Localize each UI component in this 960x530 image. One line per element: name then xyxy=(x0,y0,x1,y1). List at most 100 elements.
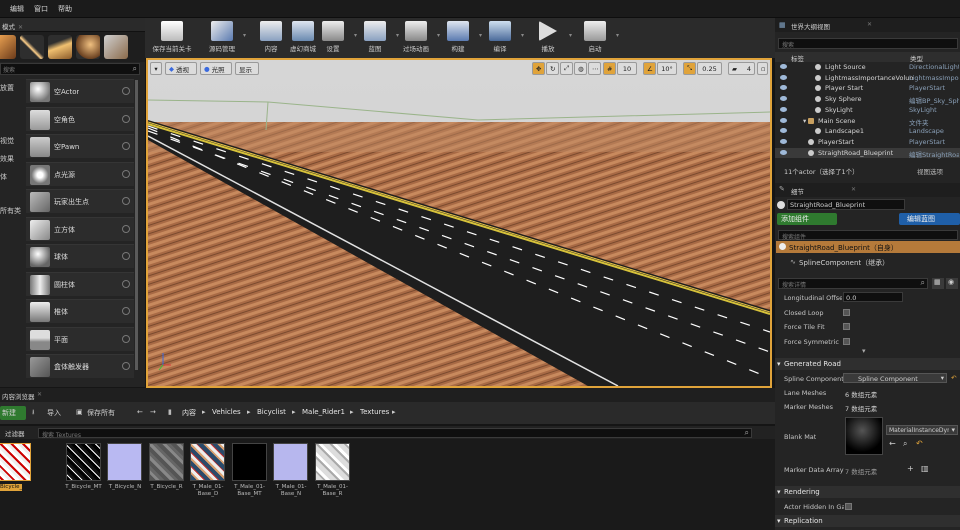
help-icon[interactable] xyxy=(122,252,130,260)
maximize-viewport-button[interactable]: ▫ xyxy=(757,62,768,75)
place-item-cube[interactable]: 立方体 xyxy=(26,216,134,241)
view-options-button[interactable]: 视图选项 xyxy=(917,166,943,176)
longitudinal-offset-field[interactable]: 0.0 xyxy=(843,292,903,302)
translate-tool[interactable]: ✥ xyxy=(532,62,545,75)
grid-snap-toggle[interactable]: # xyxy=(603,62,616,75)
add-new-button[interactable]: 新建 xyxy=(0,406,26,420)
reset-arrow-icon[interactable]: ↶ xyxy=(916,439,923,448)
modes-tab[interactable]: 模式 ✕ xyxy=(0,18,145,32)
asset-thumbnail[interactable] xyxy=(148,443,184,481)
place-item-plane[interactable]: 平面 xyxy=(26,326,134,351)
reset-arrow-icon[interactable]: ↶ xyxy=(951,374,956,382)
viewport-options-button[interactable]: ▾ xyxy=(150,62,162,75)
outliner-search-input[interactable]: 搜索 xyxy=(778,38,958,49)
spline-component-dropdown[interactable]: Spline Component ▾ xyxy=(843,373,947,383)
asset-thumbnail[interactable] xyxy=(314,443,350,481)
blank-mat-dropdown[interactable]: MaterialInstanceDynamic ▾ xyxy=(886,425,958,435)
place-mode-icon[interactable] xyxy=(0,35,16,59)
asset-thumbnail[interactable] xyxy=(0,443,31,481)
help-icon[interactable] xyxy=(122,334,130,343)
category-volumes[interactable]: 体 xyxy=(0,172,7,182)
property-checkbox[interactable] xyxy=(843,323,850,330)
eye-icon[interactable] xyxy=(780,106,787,112)
back-arrow-icon[interactable]: ← xyxy=(137,408,143,416)
trash-icon[interactable]: ▥ xyxy=(921,464,929,473)
source-control-button[interactable]: 源码管理 ▾ xyxy=(197,20,247,56)
world-outliner-tab[interactable]: ▦ 世界大纲视图 ✕ xyxy=(775,18,960,32)
help-icon[interactable] xyxy=(122,224,130,233)
eye-icon[interactable] xyxy=(780,74,787,80)
outliner-row[interactable]: Player Start PlayerStart xyxy=(775,83,960,94)
add-element-icon[interactable]: + xyxy=(907,464,914,473)
asset-thumbnail[interactable] xyxy=(65,443,101,481)
compile-button[interactable]: 编译 ▾ xyxy=(475,20,525,56)
perspective-button[interactable]: ◆ 透视 xyxy=(165,62,197,75)
help-icon[interactable] xyxy=(122,142,130,150)
details-tab[interactable]: ✎ 细节 ✕ xyxy=(775,183,960,197)
menu-edit[interactable]: 编辑 xyxy=(10,4,24,14)
place-item-sphere[interactable]: 球体 xyxy=(26,244,134,268)
category-visual[interactable]: 视觉 xyxy=(0,136,14,146)
place-item-cylinder[interactable]: 圆柱体 xyxy=(26,271,134,296)
close-icon[interactable]: ✕ xyxy=(867,21,872,28)
scale-tool[interactable]: ⤢ xyxy=(560,62,573,75)
chevron-right-icon[interactable]: ▸ xyxy=(292,408,296,416)
breadcrumb-item[interactable]: 内容 xyxy=(182,408,196,418)
rotate-tool[interactable]: ↻ xyxy=(546,62,559,75)
chevron-down-icon[interactable]: ▾ xyxy=(616,32,619,39)
property-matrix-button[interactable]: ▦ xyxy=(932,278,944,289)
close-icon[interactable]: ✕ xyxy=(37,391,42,398)
material-thumbnail[interactable] xyxy=(845,417,883,455)
menu-window[interactable]: 窗口 xyxy=(34,4,48,14)
close-icon[interactable]: ✕ xyxy=(18,24,23,31)
chevron-right-icon[interactable]: ▸ xyxy=(350,408,354,416)
place-item-player-start[interactable]: 玩家出生点 xyxy=(26,189,134,213)
place-item-empty-actor[interactable]: 空Actor xyxy=(26,79,134,103)
actor-hidden-checkbox[interactable] xyxy=(845,503,852,510)
landscape-mode-icon[interactable] xyxy=(48,35,72,59)
edit-blueprint-button[interactable]: 编辑蓝图 xyxy=(899,213,960,225)
search-components-input[interactable]: 搜索组件 xyxy=(778,230,958,241)
help-icon[interactable] xyxy=(122,362,130,370)
eye-icon[interactable] xyxy=(780,128,787,134)
place-item-empty-character[interactable]: 空角色 xyxy=(26,106,134,131)
outliner-row[interactable]: SkyLight SkyLight xyxy=(775,105,960,116)
help-icon[interactable] xyxy=(122,87,130,95)
grid-size-value[interactable]: 10 xyxy=(617,62,637,75)
category-all-classes[interactable]: 所有类 xyxy=(0,206,21,216)
angle-snap-value[interactable]: 10° xyxy=(657,62,677,75)
chevron-down-icon[interactable]: ▾ xyxy=(803,117,806,125)
breadcrumb-item[interactable]: Male_Rider1 xyxy=(302,408,345,416)
geometry-mode-icon[interactable] xyxy=(104,35,128,59)
browse-search-icon[interactable]: ⌕ xyxy=(903,439,907,449)
component-self-row[interactable]: StraightRoad_Blueprint（自身） xyxy=(776,241,960,253)
help-icon[interactable] xyxy=(122,307,130,315)
place-item-cone[interactable]: 椎体 xyxy=(26,299,134,323)
forward-arrow-icon[interactable]: → xyxy=(150,408,156,416)
foliage-mode-icon[interactable] xyxy=(76,35,100,59)
eye-icon[interactable] xyxy=(780,117,787,123)
section-rendering[interactable]: ▾ Rendering xyxy=(775,486,960,498)
outliner-row[interactable]: ▾ Main Scene 文件夹 xyxy=(775,116,960,127)
eye-icon[interactable] xyxy=(780,149,787,155)
asset-thumbnail[interactable] xyxy=(107,443,142,481)
surface-snap-button[interactable]: ⋯ xyxy=(588,62,601,75)
use-selected-arrow-icon[interactable]: ← xyxy=(889,439,896,448)
chevron-right-icon[interactable]: ▸ xyxy=(202,408,206,416)
section-generated-road[interactable]: ▾ Generated Road xyxy=(775,358,960,370)
angle-snap-toggle[interactable]: ∠ xyxy=(643,62,656,75)
expand-advanced-icon[interactable]: ▾ xyxy=(862,347,866,355)
content-browser-tab[interactable]: 内容浏览器 ✕ xyxy=(0,388,775,402)
search-details-input[interactable]: 搜索详情 ⌕ xyxy=(778,278,928,289)
eye-icon[interactable] xyxy=(780,96,787,102)
category-place[interactable]: 放置 xyxy=(0,83,14,93)
help-icon[interactable] xyxy=(122,197,130,205)
help-icon[interactable] xyxy=(122,169,130,178)
object-name-field[interactable]: StraightRoad_Blueprint xyxy=(787,199,905,210)
breadcrumb-item[interactable]: Vehicles xyxy=(212,408,241,416)
help-icon[interactable] xyxy=(122,114,130,123)
place-item-empty-pawn[interactable]: 空Pawn xyxy=(26,134,134,158)
play-button[interactable]: 播放 ▾ xyxy=(523,20,573,56)
property-checkbox[interactable] xyxy=(843,337,850,345)
breadcrumb-item[interactable]: Textures xyxy=(360,408,389,416)
